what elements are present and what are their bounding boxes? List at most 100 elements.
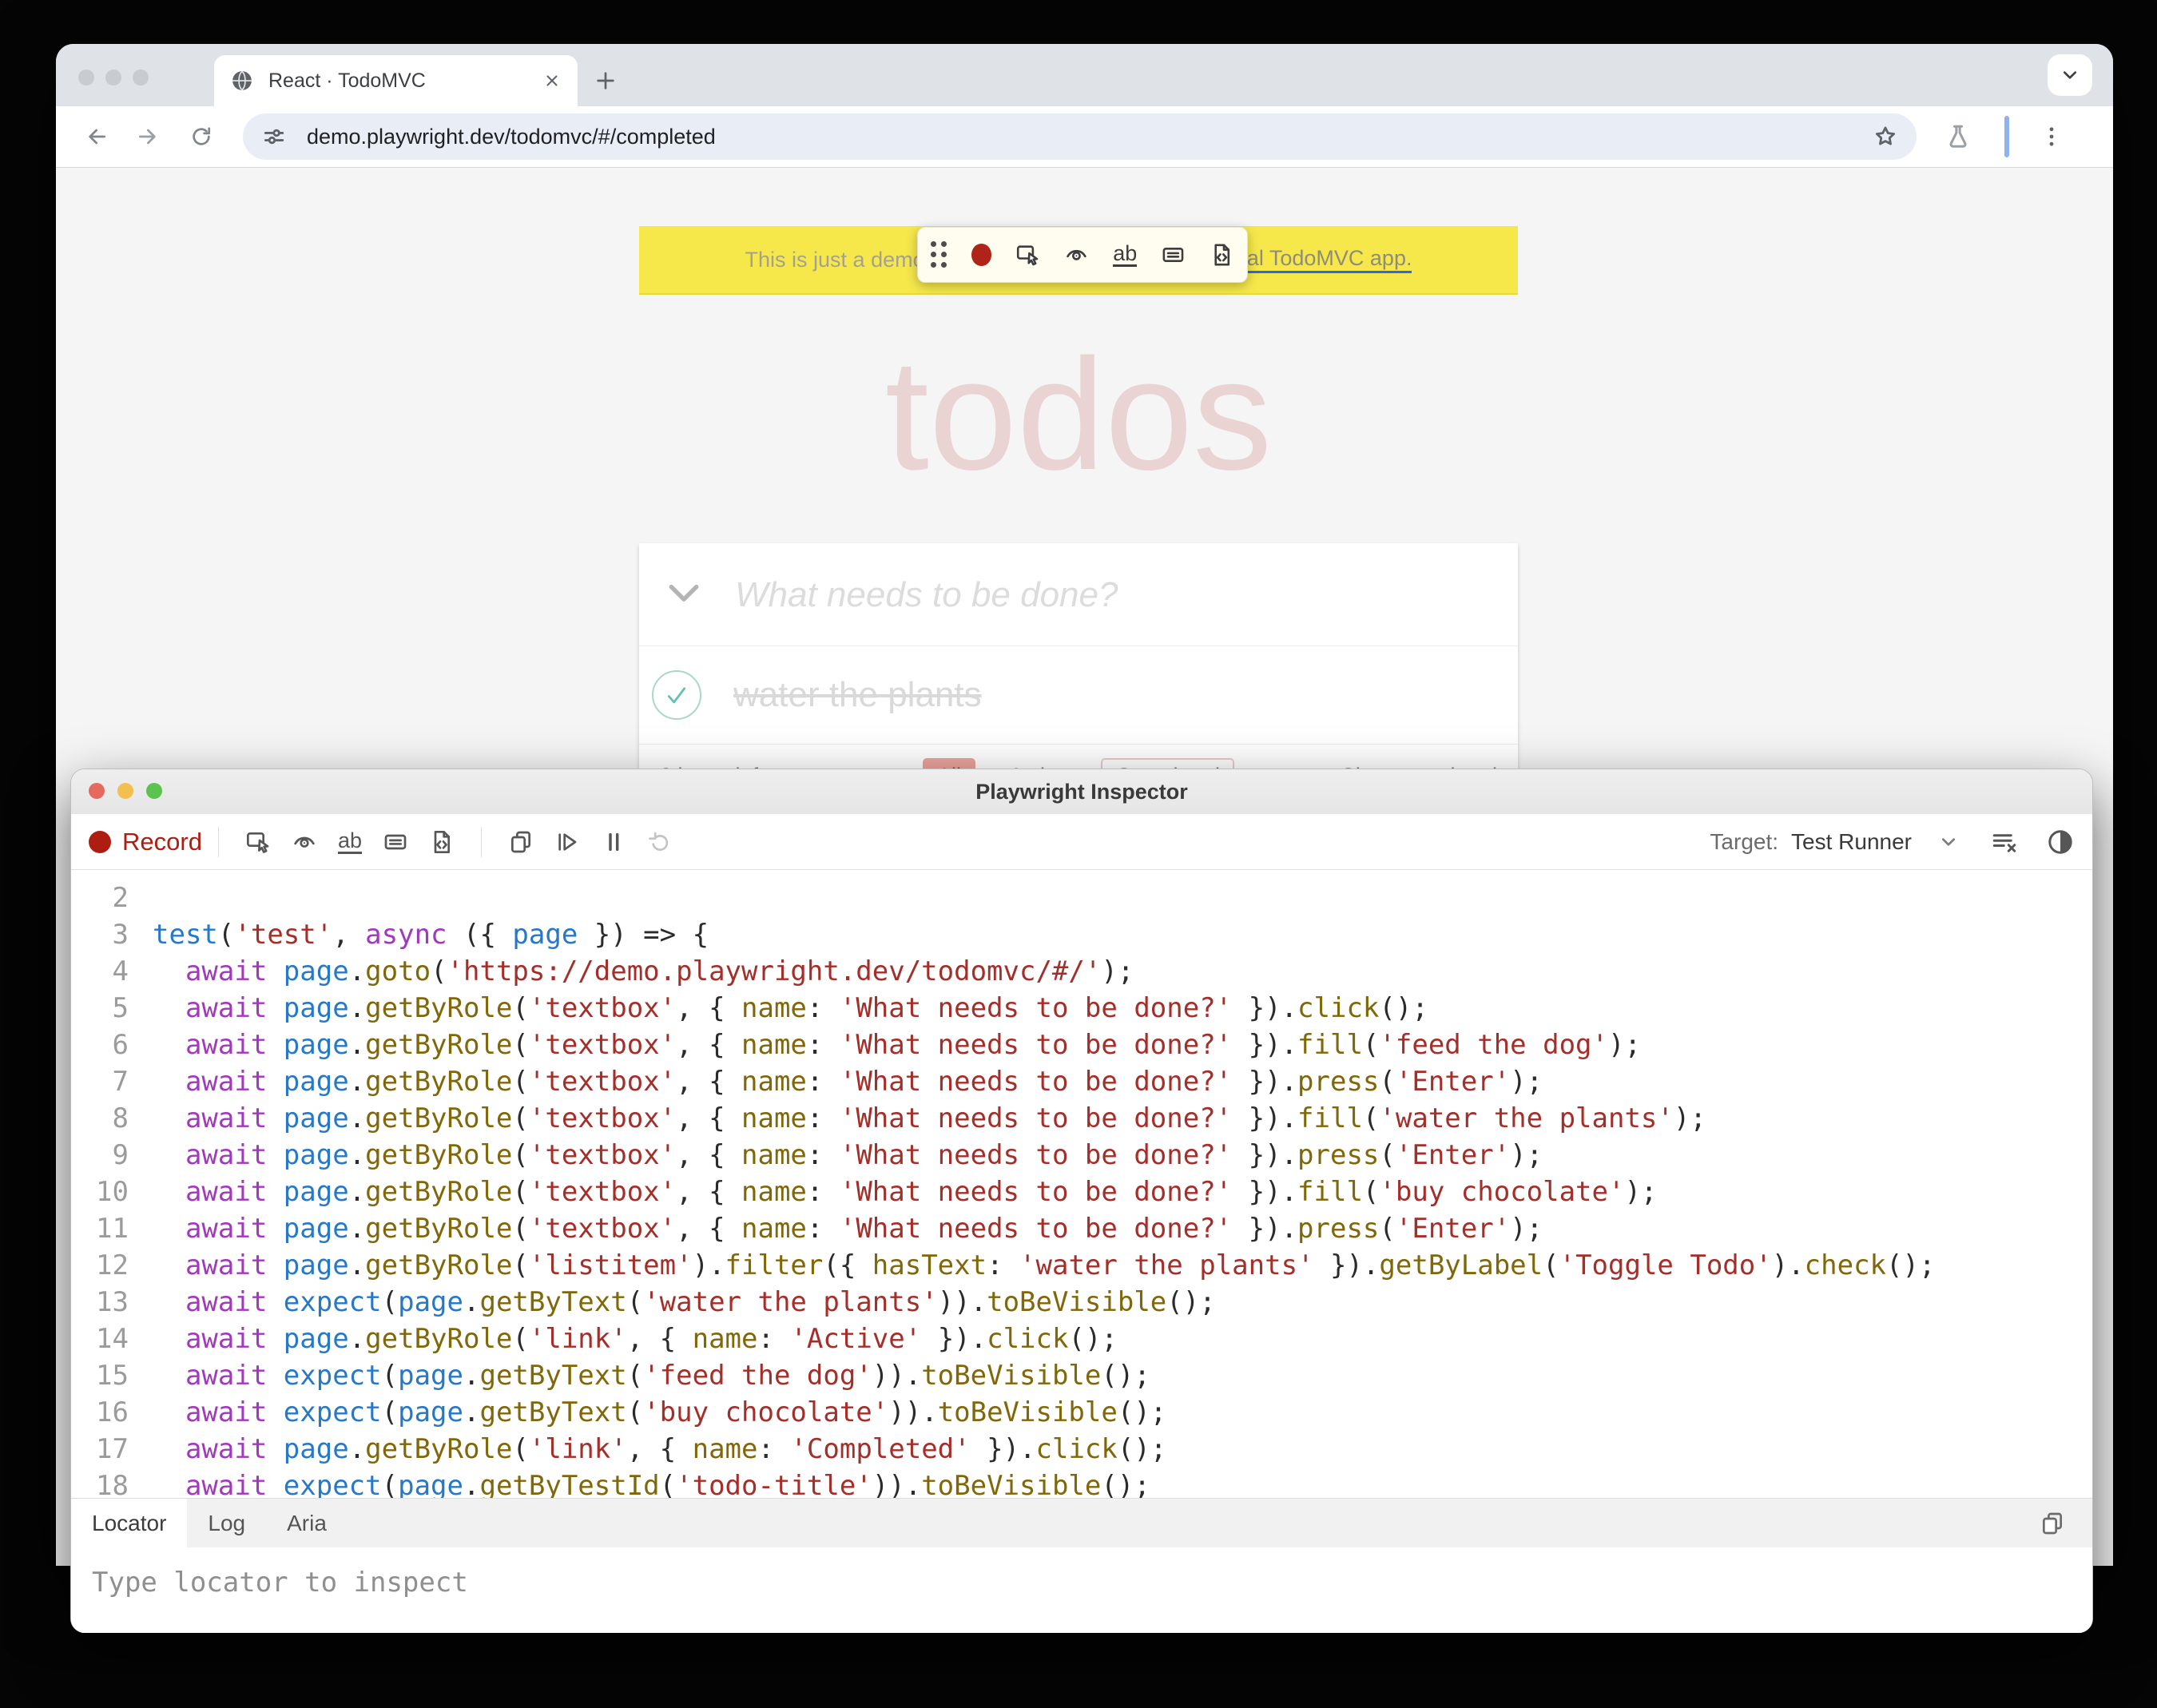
site-settings-icon[interactable] <box>260 123 288 150</box>
code-line: 18 await expect(page.getByTestId('todo-t… <box>71 1468 2092 1498</box>
clear-output-icon[interactable] <box>1990 828 2019 856</box>
tab-close-icon[interactable] <box>542 71 562 90</box>
tab-favicon-globe-icon <box>230 69 254 93</box>
code-line: 11 await page.getByRole('textbox', { nam… <box>71 1210 2092 1247</box>
inspector-toolbar: Record ab Target: Test Runner <box>71 814 2092 870</box>
line-number: 3 <box>71 916 146 953</box>
resume-icon[interactable] <box>647 829 673 855</box>
code-line: 9 await page.getByRole('textbox', { name… <box>71 1137 2092 1174</box>
code-line: 12 await page.getByRole('listitem').filt… <box>71 1247 2092 1284</box>
tab-log[interactable]: Log <box>187 1499 266 1548</box>
assert-text-icon[interactable]: ab <box>1113 243 1137 267</box>
reload-button[interactable] <box>189 124 214 149</box>
forward-button[interactable] <box>136 124 161 149</box>
pause-icon[interactable] <box>601 829 626 855</box>
tab-locator[interactable]: Locator <box>71 1499 187 1548</box>
drag-handle-icon[interactable] <box>931 241 947 268</box>
recorder-floating-toolbar: ab <box>917 227 1248 283</box>
line-number: 7 <box>71 1063 146 1100</box>
copy-icon[interactable] <box>508 829 534 855</box>
todo-item-label: water the plants <box>733 675 982 715</box>
tab-title: React · TodoMVC <box>268 70 542 93</box>
code-line: 6 await page.getByRole('textbox', { name… <box>71 1027 2092 1063</box>
assert-value-icon[interactable] <box>1161 241 1186 268</box>
line-number: 11 <box>71 1210 146 1247</box>
toolbar-divider <box>481 827 482 857</box>
record-label[interactable]: Record <box>122 828 202 856</box>
code-line: 17 await page.getByRole('link', { name: … <box>71 1431 2092 1468</box>
bookmark-star-icon[interactable] <box>1872 123 1899 150</box>
target-selector: Target: Test Runner <box>1710 828 2075 856</box>
code-line: 5 await page.getByRole('textbox', { name… <box>71 990 2092 1027</box>
line-number: 4 <box>71 953 146 990</box>
todo-app-card: water the plants 2 items left All Active… <box>639 543 1518 807</box>
back-button[interactable] <box>83 124 109 149</box>
assert-visibility-icon[interactable] <box>292 829 317 855</box>
copy-icon[interactable] <box>2040 1511 2065 1536</box>
locator-input[interactable] <box>71 1547 2092 1633</box>
code-line: 13 await expect(page.getByText('water th… <box>71 1284 2092 1321</box>
line-number: 8 <box>71 1100 146 1137</box>
code-line: 7 await page.getByRole('textbox', { name… <box>71 1063 2092 1100</box>
pick-locator-icon[interactable] <box>245 829 271 855</box>
line-number: 16 <box>71 1394 146 1431</box>
assert-value-icon[interactable] <box>383 829 408 855</box>
url-text: demo.playwright.dev/todomvc/#/completed <box>307 125 1872 149</box>
experiments-flask-icon[interactable] <box>1944 122 1972 151</box>
code-line: 4 await page.goto('https://demo.playwrig… <box>71 953 2092 990</box>
code-line: 16 await expect(page.getByText('buy choc… <box>71 1394 2092 1431</box>
assert-text-icon[interactable]: ab <box>338 830 362 854</box>
todo-list-item[interactable]: water the plants <box>639 646 1518 745</box>
line-number: 15 <box>71 1357 146 1394</box>
line-number: 9 <box>71 1137 146 1174</box>
assert-visibility-icon[interactable] <box>1064 241 1089 268</box>
record-button[interactable] <box>971 244 991 266</box>
code-line: 2 <box>71 880 2092 916</box>
todo-toggle-checkbox[interactable] <box>652 670 701 720</box>
check-icon <box>662 681 691 709</box>
target-label: Target: <box>1710 829 1778 855</box>
assert-snapshot-icon[interactable] <box>429 829 455 855</box>
browser-tab-strip: React · TodoMVC <box>56 44 2113 106</box>
address-bar[interactable]: demo.playwright.dev/todomvc/#/completed <box>243 113 1917 160</box>
inspector-titlebar: Playwright Inspector <box>71 769 2092 815</box>
browser-minimize-button[interactable] <box>105 70 121 85</box>
chevron-down-icon <box>2057 62 2083 88</box>
new-tab-button[interactable] <box>593 68 618 93</box>
code-editor[interactable]: 23test('test', async ({ page }) => {4 aw… <box>71 870 2092 1498</box>
code-line: 14 await page.getByRole('link', { name: … <box>71 1321 2092 1357</box>
step-over-icon[interactable] <box>554 829 580 855</box>
tab-aria[interactable]: Aria <box>266 1499 348 1548</box>
code-line: 15 await expect(page.getByText('feed the… <box>71 1357 2092 1394</box>
browser-toolbar: demo.playwright.dev/todomvc/#/completed <box>56 106 2113 168</box>
record-button[interactable] <box>89 831 111 853</box>
playwright-inspector-window: Playwright Inspector Record ab Target: T… <box>70 769 2093 1633</box>
toggle-all-chevron-icon[interactable] <box>666 580 701 609</box>
browser-close-button[interactable] <box>78 70 94 85</box>
assert-snapshot-icon[interactable] <box>1210 241 1234 268</box>
theme-contrast-icon[interactable] <box>2046 828 2075 856</box>
line-number: 17 <box>71 1431 146 1468</box>
line-number: 10 <box>71 1174 146 1210</box>
line-number: 18 <box>71 1468 146 1498</box>
tab-search-button[interactable] <box>2048 54 2092 96</box>
code-line: 10 await page.getByRole('textbox', { nam… <box>71 1174 2092 1210</box>
browser-menu-icon[interactable] <box>2038 123 2065 150</box>
locator-panel <box>71 1547 2092 1633</box>
chevron-down-icon[interactable] <box>1936 829 1961 855</box>
browser-tab[interactable]: React · TodoMVC <box>214 55 578 106</box>
browser-zoom-button[interactable] <box>133 70 149 85</box>
line-number: 5 <box>71 990 146 1027</box>
inspector-title: Playwright Inspector <box>71 769 2092 814</box>
line-number: 6 <box>71 1027 146 1063</box>
pick-locator-icon[interactable] <box>1015 241 1040 268</box>
code-line: 3test('test', async ({ page }) => { <box>71 916 2092 953</box>
extension-indicator <box>2004 116 2009 157</box>
new-todo-input[interactable] <box>733 543 1488 647</box>
target-value[interactable]: Test Runner <box>1791 829 1912 855</box>
banner-link[interactable]: real TodoMVC app. <box>1228 246 1412 273</box>
line-number: 14 <box>71 1321 146 1357</box>
line-number: 13 <box>71 1284 146 1321</box>
new-todo-row <box>639 543 1518 646</box>
todos-heading: todos <box>639 328 1518 502</box>
